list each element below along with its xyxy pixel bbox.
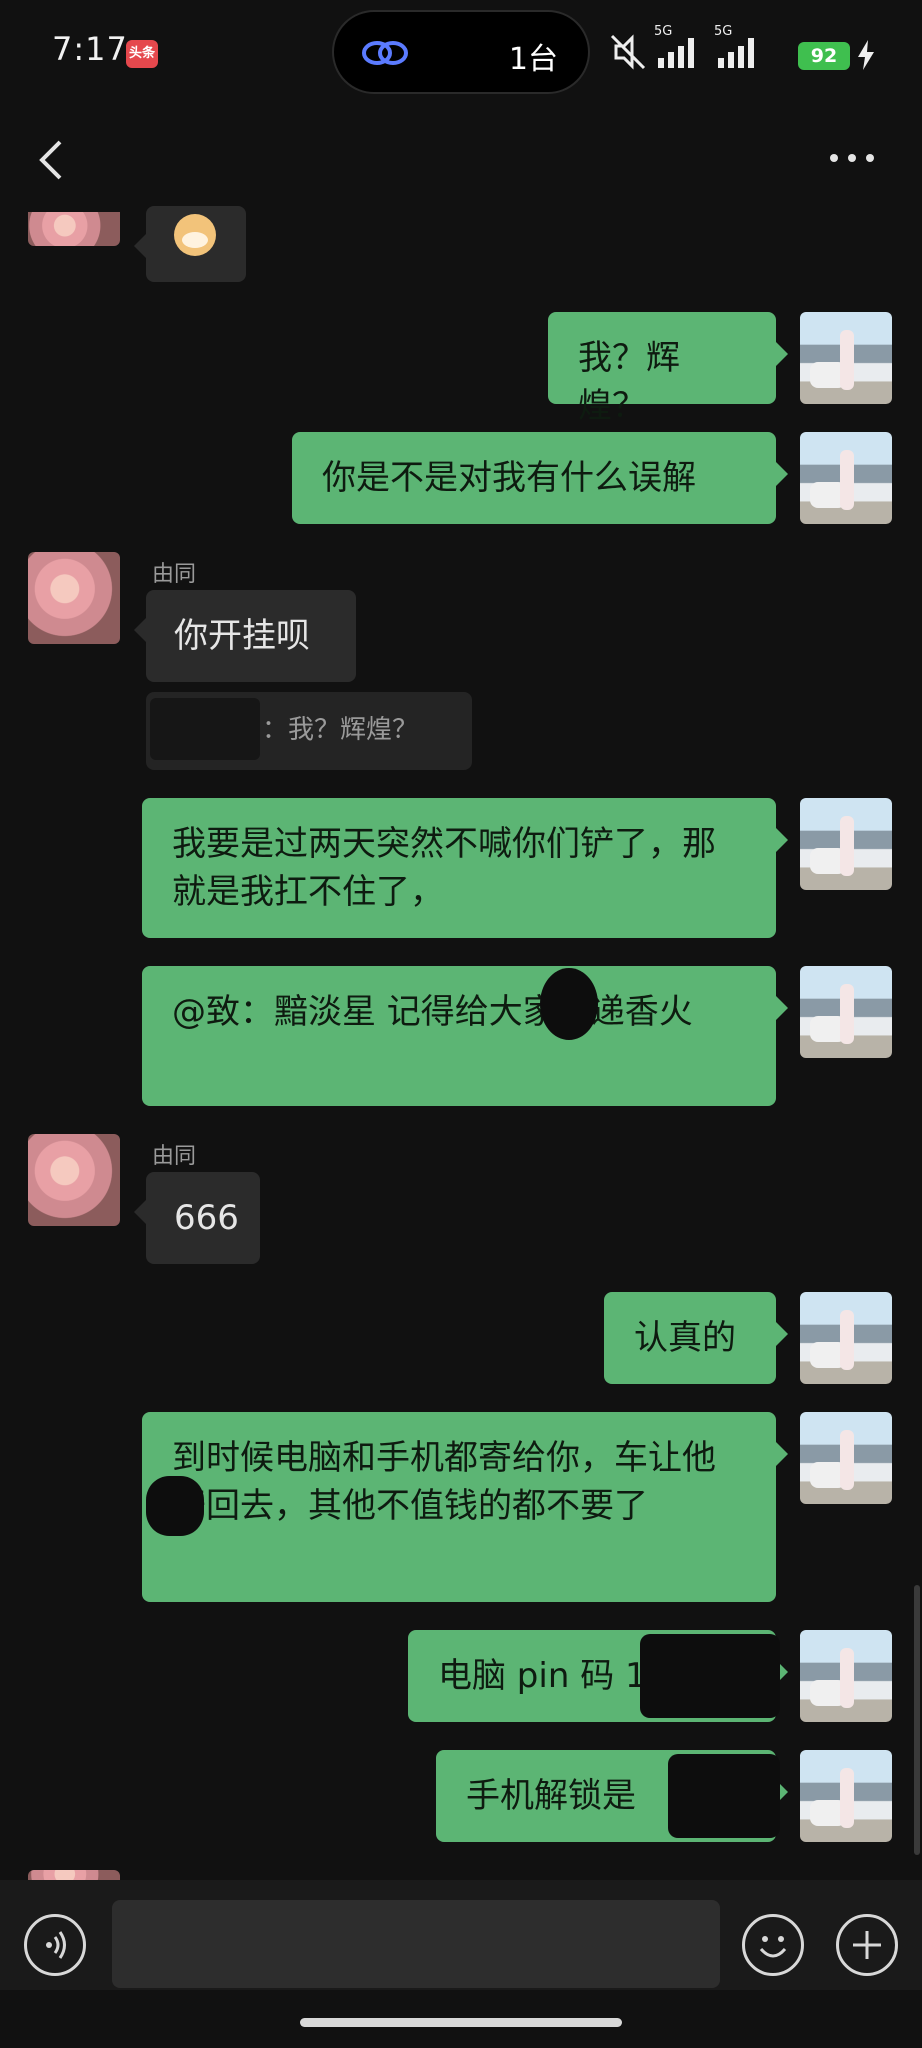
more-options-icon[interactable] (828, 148, 876, 168)
message-bubble[interactable]: 我要是过两天突然不喊你们铲了，那就是我扛不住了， (142, 798, 788, 938)
battery-level: 92 (798, 42, 850, 70)
emoji-icon[interactable] (742, 1914, 804, 1976)
charging-icon (858, 40, 874, 70)
clock: 7:17 (52, 30, 128, 68)
message-bubble[interactable]: 你是不是对我有什么误解 (292, 432, 788, 524)
redaction-mark (640, 1634, 780, 1718)
redaction-mark (540, 968, 598, 1040)
sender-name: 由同 (152, 1144, 197, 1169)
redaction-mark (668, 1754, 780, 1838)
contact-avatar[interactable] (28, 212, 120, 246)
message-input[interactable] (112, 1900, 720, 1988)
contact-avatar[interactable] (28, 552, 120, 644)
network-label-2: 5G (714, 24, 733, 39)
message-bubble[interactable]: @致：黯淡星 记得给大家传递香火 (142, 966, 788, 1106)
voice-icon[interactable] (24, 1914, 86, 1976)
my-avatar[interactable] (800, 798, 892, 890)
status-icons: 5G 5G 92 (598, 24, 898, 70)
message-bubble[interactable]: 666 (134, 1172, 260, 1264)
mute-icon (610, 34, 646, 70)
plus-icon[interactable] (836, 1914, 898, 1976)
my-avatar[interactable] (800, 966, 892, 1058)
input-bar (0, 1880, 922, 1990)
status-bar: 7:17 头条 1台 5G 5G 92 (0, 0, 922, 110)
toutiao-notification-icon: 头条 (126, 40, 158, 68)
connected-device-count: 1台 (508, 42, 558, 77)
message-bubble[interactable]: 认真的 (604, 1292, 788, 1384)
scrollbar[interactable] (914, 1585, 920, 1855)
my-avatar[interactable] (800, 1630, 892, 1722)
my-avatar[interactable] (800, 1292, 892, 1384)
doge-emoji-icon (174, 214, 216, 256)
message-bubble[interactable]: 你开挂呗 (134, 590, 356, 682)
chat-header (0, 110, 922, 210)
sender-name: 由同 (152, 562, 197, 587)
my-avatar[interactable] (800, 432, 892, 524)
my-avatar[interactable] (800, 1750, 892, 1842)
quote-redaction (150, 698, 260, 760)
contact-avatar[interactable] (28, 1134, 120, 1226)
my-avatar[interactable] (800, 312, 892, 404)
my-avatar[interactable] (800, 1412, 892, 1504)
message-bubble[interactable]: 我？辉煌？ (548, 312, 788, 426)
link-icon (362, 41, 408, 65)
dynamic-island[interactable]: 1台 (332, 10, 590, 94)
home-indicator[interactable] (300, 2018, 622, 2027)
back-arrow-icon[interactable] (36, 138, 66, 182)
signal-icon-2 (718, 38, 754, 68)
network-label-1: 5G (654, 24, 673, 39)
redaction-mark (146, 1476, 204, 1536)
contact-avatar[interactable] (28, 1870, 120, 1880)
message-bubble[interactable]: 到时候电脑和手机都寄给你，车让他开回去，其他不值钱的都不要了 (142, 1412, 788, 1602)
signal-icon (658, 38, 694, 68)
